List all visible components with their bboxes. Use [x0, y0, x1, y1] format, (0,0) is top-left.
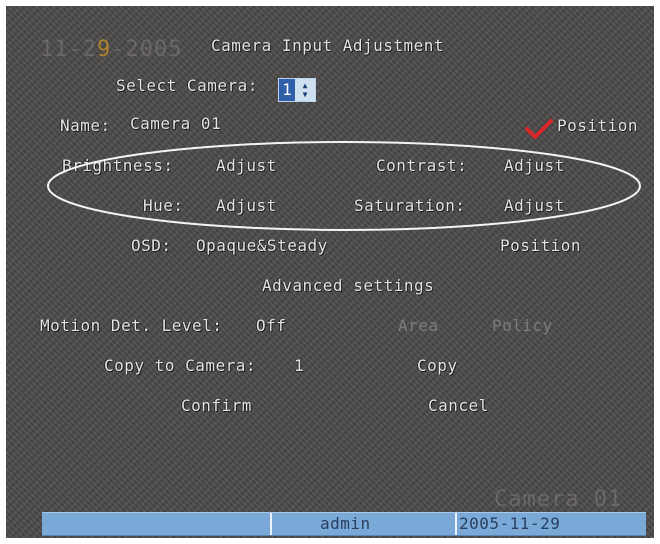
position-check-icon[interactable] [524, 118, 554, 140]
motion-area-button: Area [398, 316, 439, 335]
page-title: Camera Input Adjustment [211, 36, 445, 55]
camera-name-overlay: Camera 01 [494, 487, 623, 512]
osd-date-overlay: 11-29-2005 [40, 37, 183, 62]
advanced-settings-button[interactable]: Advanced settings [262, 276, 434, 296]
select-camera-spinner[interactable]: 1 ▲ ▼ [278, 78, 316, 102]
copy-to-camera-label: Copy to Camera: [104, 356, 256, 375]
status-datetime: 2005-11-29 10:04:46 [459, 514, 561, 538]
osd-mode-value[interactable]: Opaque&Steady [196, 236, 328, 256]
name-value[interactable]: Camera 01 [130, 114, 221, 134]
cancel-button[interactable]: Cancel [428, 396, 489, 416]
motion-detection-label: Motion Det. Level: [40, 316, 223, 335]
highlight-ellipse [47, 141, 641, 231]
status-separator [455, 513, 457, 535]
position-label[interactable]: Position [557, 116, 638, 136]
status-user: admin [320, 514, 371, 533]
osd-label: OSD: [131, 236, 172, 255]
spinner-arrows-icon[interactable]: ▲ ▼ [295, 79, 315, 101]
status-separator [270, 513, 272, 535]
motion-policy-button: Policy [492, 316, 553, 335]
motion-detection-value[interactable]: Off [256, 316, 286, 336]
select-camera-label: Select Camera: [116, 76, 258, 95]
copy-button[interactable]: Copy [417, 356, 458, 376]
copy-to-camera-value[interactable]: 1 [294, 356, 304, 376]
name-label: Name: [60, 116, 111, 135]
status-bar: admin 2005-11-29 10:04:46 [42, 512, 646, 538]
dvr-osd-screen: 11-29-2005 Camera Input Adjustment Selec… [6, 6, 654, 538]
select-camera-value: 1 [279, 79, 295, 101]
osd-position-button[interactable]: Position [500, 236, 581, 256]
confirm-button[interactable]: Confirm [181, 396, 252, 416]
